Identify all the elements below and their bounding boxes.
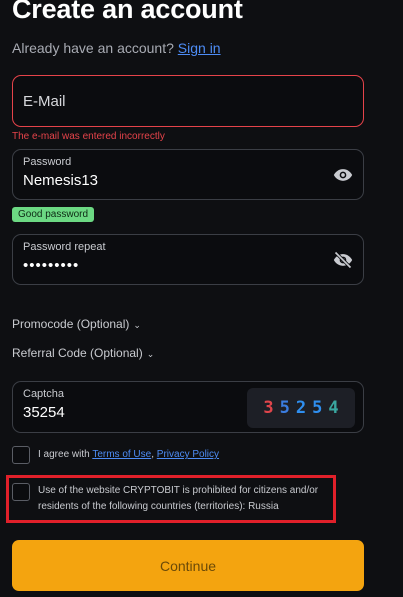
password-field-container: Password Nemesis13 bbox=[12, 149, 364, 200]
password-repeat-input[interactable]: ••••••••• bbox=[23, 257, 303, 274]
chevron-down-icon: ⌄ bbox=[146, 349, 155, 359]
password-label: Password bbox=[23, 156, 72, 168]
captcha-digit: 5 bbox=[279, 398, 290, 418]
captcha-digit: 2 bbox=[295, 398, 307, 418]
terms-text: I agree with Terms of Use, Privacy Polic… bbox=[38, 447, 219, 463]
terms-of-use-link[interactable]: Terms of Use bbox=[92, 449, 151, 460]
email-field-container bbox=[12, 75, 364, 127]
email-error-message: The e-mail was entered incorrectly bbox=[12, 131, 165, 142]
continue-button[interactable]: Continue bbox=[12, 540, 364, 591]
referral-label: Referral Code (Optional) bbox=[12, 346, 143, 360]
captcha-digit: 4 bbox=[328, 398, 339, 418]
terms-checkbox[interactable] bbox=[12, 446, 30, 464]
captcha-label: Captcha bbox=[23, 388, 64, 400]
captcha-digit: 5 bbox=[312, 398, 323, 418]
restriction-text: Use of the website CRYPTOBIT is prohibit… bbox=[38, 485, 319, 512]
restriction-checkbox[interactable] bbox=[12, 483, 30, 501]
promocode-toggle[interactable]: Promocode (Optional) ⌄ bbox=[12, 317, 141, 331]
password-strength-badge: Good password bbox=[12, 207, 95, 222]
restriction-row: Use of the website CRYPTOBIT is prohibit… bbox=[12, 483, 322, 515]
terms-row: I agree with Terms of Use, Privacy Polic… bbox=[12, 446, 219, 464]
terms-separator: , bbox=[151, 449, 154, 460]
signin-prompt-text: Already have an account? bbox=[12, 40, 174, 56]
captcha-digit: 3 bbox=[263, 398, 274, 418]
password-repeat-label: Password repeat bbox=[23, 241, 106, 253]
captcha-field-container: Captcha 35254 35254 bbox=[12, 381, 364, 433]
page-title: Create an account bbox=[12, 0, 243, 24]
password-input[interactable]: Nemesis13 bbox=[23, 172, 303, 189]
signin-prompt: Already have an account? Sign in bbox=[12, 40, 221, 56]
signin-link[interactable]: Sign in bbox=[178, 40, 221, 56]
terms-prefix: I agree with bbox=[38, 449, 90, 460]
referral-toggle[interactable]: Referral Code (Optional) ⌄ bbox=[12, 346, 154, 360]
eye-icon[interactable] bbox=[333, 165, 353, 185]
email-input[interactable] bbox=[23, 93, 303, 110]
password-repeat-field-container: Password repeat ••••••••• bbox=[12, 234, 364, 285]
promocode-label: Promocode (Optional) bbox=[12, 317, 130, 331]
eye-off-icon[interactable] bbox=[333, 250, 353, 270]
chevron-down-icon: ⌄ bbox=[133, 320, 141, 330]
privacy-policy-link[interactable]: Privacy Policy bbox=[157, 449, 219, 460]
captcha-image: 35254 bbox=[247, 388, 355, 428]
